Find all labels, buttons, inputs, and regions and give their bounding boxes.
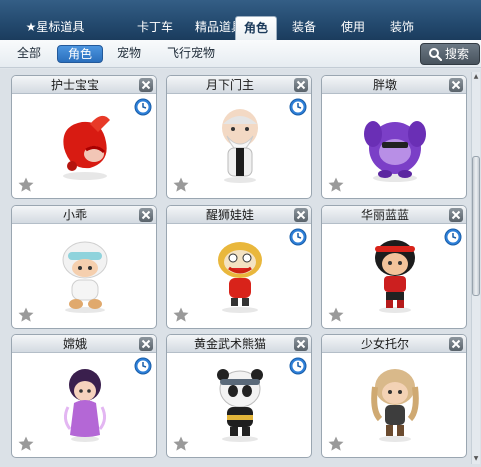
character-figure-lion-dance-kid: [205, 234, 275, 314]
item-name: 护士宝宝: [50, 78, 99, 92]
item-card-header: 华丽蓝蓝: [322, 206, 466, 224]
star-icon[interactable]: [172, 306, 190, 324]
close-icon[interactable]: [294, 208, 308, 222]
item-card-header: 月下门主: [167, 76, 311, 94]
tab-karts[interactable]: 卡丁车: [128, 16, 182, 40]
item-card-girl-thor[interactable]: 少女托尔: [321, 334, 467, 458]
item-card-chubby[interactable]: 胖墩: [321, 75, 467, 199]
star-icon[interactable]: [327, 435, 345, 453]
character-figure-blonde-girl: [360, 363, 430, 443]
scroll-down-arrow-icon[interactable]: ▼: [472, 454, 480, 464]
tab-use[interactable]: 使用: [331, 16, 375, 40]
item-name: 小乖: [62, 208, 87, 222]
clock-icon: [134, 98, 152, 116]
clock-icon: [289, 98, 307, 116]
item-name: 醒狮娃娃: [205, 208, 254, 222]
clock-icon: [289, 357, 307, 375]
item-card-moonlit-master[interactable]: 月下门主: [166, 75, 312, 199]
star-icon[interactable]: [327, 176, 345, 194]
item-card-lion-doll[interactable]: 醒狮娃娃: [166, 205, 312, 329]
star-icon[interactable]: [17, 176, 35, 194]
clock-icon: [444, 228, 462, 246]
item-card-header: 黄金武术熊猫: [167, 335, 311, 353]
subtab-characters[interactable]: 角色: [57, 45, 103, 63]
close-icon[interactable]: [139, 208, 153, 222]
item-name: 嫦娥: [62, 337, 87, 351]
close-icon[interactable]: [449, 78, 463, 92]
scrollbar[interactable]: ▲ ▼: [471, 72, 480, 464]
scroll-up-arrow-icon[interactable]: ▲: [472, 72, 480, 82]
item-name: 华丽蓝蓝: [360, 208, 409, 222]
tab-decorations[interactable]: 装饰: [380, 16, 424, 40]
clock-icon: [134, 357, 152, 375]
item-card-golden-panda[interactable]: 黄金武术熊猫: [166, 334, 312, 458]
scroll-thumb[interactable]: [472, 156, 480, 296]
category-tab-bar: ★星标道具 卡丁车 精品道具 角色 装备 使用 装饰: [0, 0, 481, 40]
item-card-header: 醒狮娃娃: [167, 206, 311, 224]
item-name: 少女托尔: [360, 337, 409, 351]
item-name: 黄金武术熊猫: [193, 337, 266, 351]
character-figure-white-bearded-elder: [205, 104, 275, 184]
star-icon[interactable]: [172, 435, 190, 453]
close-icon[interactable]: [294, 337, 308, 351]
star-icon[interactable]: [17, 435, 35, 453]
item-card-gorgeous-lanlan[interactable]: 华丽蓝蓝: [321, 205, 467, 329]
item-card-header: 嫦娥: [12, 335, 156, 353]
star-icon[interactable]: [172, 176, 190, 194]
item-card-change[interactable]: 嫦娥: [11, 334, 157, 458]
close-icon[interactable]: [294, 78, 308, 92]
item-card-header: 胖墩: [322, 76, 466, 94]
character-figure-purple-fairy: [50, 363, 120, 443]
star-icon[interactable]: [327, 306, 345, 324]
item-name: 月下门主: [205, 78, 254, 92]
tab-starred-items[interactable]: ★星标道具: [14, 16, 96, 40]
close-icon[interactable]: [449, 208, 463, 222]
close-icon[interactable]: [449, 337, 463, 351]
item-name: 胖墩: [372, 78, 397, 92]
star-icon[interactable]: [17, 306, 35, 324]
subtab-flying-pets[interactable]: 飞行宠物: [160, 45, 222, 63]
close-icon[interactable]: [139, 337, 153, 351]
subtab-all[interactable]: 全部: [10, 45, 48, 63]
search-button[interactable]: 搜索: [420, 43, 480, 65]
tab-equipment[interactable]: 装备: [282, 16, 326, 40]
character-figure-headband-girl: [360, 234, 430, 314]
item-card-little-good[interactable]: 小乖: [11, 205, 157, 329]
item-card-nurse-baby[interactable]: 护士宝宝: [11, 75, 157, 199]
item-card-header: 小乖: [12, 206, 156, 224]
character-figure-red-hood-baby: [50, 104, 120, 184]
item-card-header: 少女托尔: [322, 335, 466, 353]
character-figure-white-cap-kid: [50, 234, 120, 314]
character-figure-kungfu-panda: [205, 363, 275, 443]
tab-characters[interactable]: 角色: [235, 16, 277, 40]
character-figure-purple-chubby: [360, 104, 430, 184]
subtab-pets[interactable]: 宠物: [110, 45, 148, 63]
search-label: 搜索: [445, 47, 470, 61]
item-card-header: 护士宝宝: [12, 76, 156, 94]
clock-icon: [289, 228, 307, 246]
close-icon[interactable]: [139, 78, 153, 92]
magnifier-icon: [429, 48, 442, 61]
subcategory-bar: 全部 角色 宠物 飞行宠物: [0, 40, 481, 68]
